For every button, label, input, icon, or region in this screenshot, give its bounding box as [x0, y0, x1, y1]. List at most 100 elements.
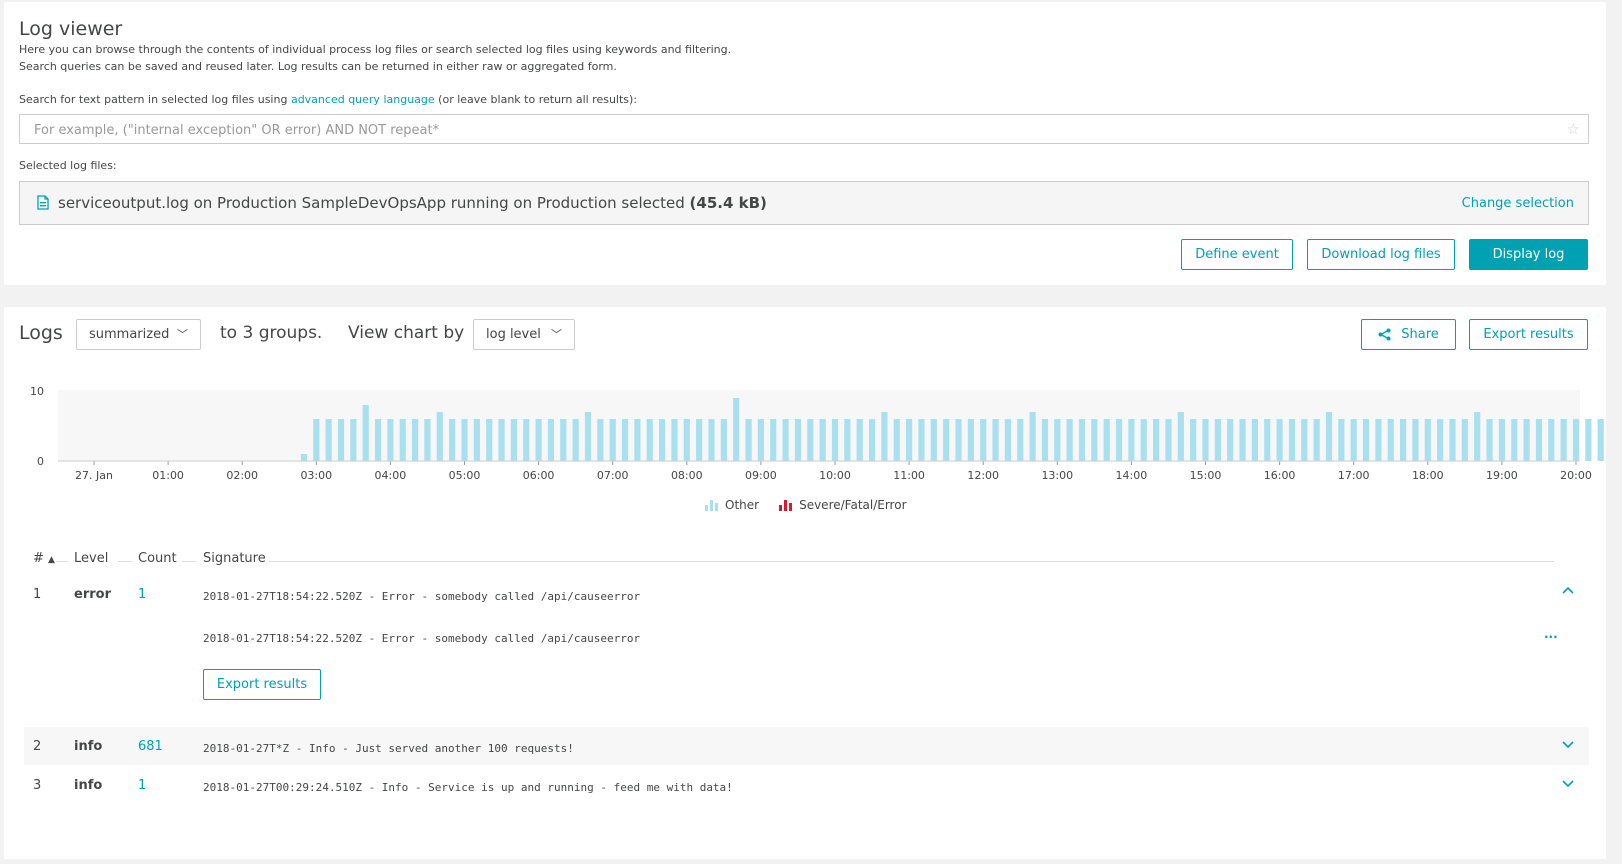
bar-other: [350, 419, 357, 461]
row-count[interactable]: 1: [138, 778, 146, 793]
bar-other: [1461, 419, 1468, 461]
bar-other: [1091, 419, 1098, 461]
col-header-signature[interactable]: Signature: [203, 551, 266, 566]
bar-other: [794, 419, 802, 461]
bar-other: [1115, 419, 1123, 461]
bar-other: [733, 398, 740, 461]
bar-other: [1227, 419, 1234, 461]
bar-other: [572, 419, 579, 461]
define-event-button[interactable]: Define event: [1181, 239, 1293, 270]
bar-other: [374, 419, 382, 461]
bar-other: [1017, 419, 1024, 461]
col-header-count[interactable]: Count: [138, 551, 177, 566]
bar-other: [1041, 419, 1049, 461]
bar-other: [1437, 419, 1444, 461]
bar-other: [634, 419, 641, 461]
bar-other: [683, 419, 690, 461]
selected-file-box: serviceoutput.log on Production SampleDe…: [19, 181, 1589, 225]
bar-other: [856, 419, 863, 461]
chevron-up-icon[interactable]: [1561, 583, 1575, 599]
bar-other: [621, 419, 629, 461]
x-tick-label: 12:00: [967, 469, 999, 482]
legend-error-swatch: [779, 499, 793, 511]
bar-other: [930, 419, 937, 461]
bar-other: [337, 419, 345, 461]
download-log-files-button[interactable]: Download log files: [1307, 239, 1455, 270]
chevron-down-icon[interactable]: [1561, 738, 1575, 754]
bar-other: [1325, 412, 1333, 461]
bar-other: [659, 419, 666, 461]
advanced-query-language-link[interactable]: advanced query language: [291, 93, 435, 106]
bar-other: [1486, 419, 1493, 461]
display-log-button[interactable]: Display log: [1469, 239, 1588, 270]
bar-other: [1029, 412, 1036, 461]
more-options-icon[interactable]: ...: [1544, 627, 1558, 641]
bar-other: [1511, 419, 1518, 461]
bar-other: [362, 405, 369, 461]
bar-other: [831, 419, 839, 461]
bar-other: [745, 419, 752, 461]
bar-other: [819, 419, 826, 461]
bar-other: [313, 419, 320, 461]
bar-other: [1387, 419, 1394, 461]
bar-other: [955, 419, 962, 461]
bar-other: [436, 412, 443, 461]
row-export-results-button[interactable]: Export results: [203, 669, 321, 700]
x-tick-label: 08:00: [671, 469, 703, 482]
row-count[interactable]: 1: [138, 587, 146, 602]
bar-other: [1424, 419, 1431, 461]
search-input[interactable]: [32, 115, 1536, 145]
bar-other: [1338, 419, 1345, 461]
description-line-1: Here you can browse through the contents…: [19, 43, 732, 56]
row-count[interactable]: 681: [138, 739, 163, 754]
logs-panel: Logs summarized ﹀ to 3 groups. View char…: [4, 307, 1606, 859]
bar-other: [1264, 419, 1271, 461]
bar-other: [1362, 419, 1370, 461]
x-tick-label: 17:00: [1338, 469, 1370, 482]
bar-other: [387, 419, 394, 461]
bar-other: [1350, 419, 1357, 461]
bar-other: [1572, 419, 1580, 461]
row-signature: 2018-01-27T00:29:24.510Z - Info - Servic…: [203, 781, 733, 794]
detail-signature: 2018-01-27T18:54:22.520Z - Error - someb…: [203, 632, 641, 645]
description: Here you can browse through the contents…: [19, 42, 731, 75]
bar-other: [1066, 419, 1073, 461]
bar-other: [844, 419, 851, 461]
row-level: error: [74, 587, 111, 602]
bar-other: [424, 419, 431, 461]
row-num: 1: [33, 587, 42, 602]
bar-other: [1251, 419, 1258, 461]
bar-other: [1165, 419, 1172, 461]
chevron-down-icon[interactable]: [1561, 777, 1575, 793]
row-level: info: [74, 778, 103, 793]
bar-other: [1140, 419, 1147, 461]
legend-other-swatch: [705, 499, 719, 511]
x-tick-label: 27. Jan: [75, 469, 113, 482]
bar-other: [1078, 419, 1086, 461]
x-tick-label: 13:00: [1041, 469, 1073, 482]
col-header-num[interactable]: # ▲: [33, 551, 55, 566]
change-selection-link[interactable]: Change selection: [1462, 196, 1574, 211]
bar-other: [1054, 419, 1061, 461]
export-results-button[interactable]: Export results: [1469, 319, 1588, 350]
x-tick-label: 10:00: [819, 469, 851, 482]
search-label: Search for text pattern in selected log …: [19, 93, 638, 106]
x-tick-label: 19:00: [1486, 469, 1518, 482]
share-button[interactable]: Share: [1361, 319, 1456, 350]
bar-other: [868, 419, 876, 461]
x-tick-label: 03:00: [300, 469, 332, 482]
col-header-level[interactable]: Level: [74, 551, 108, 566]
logs-title: Logs: [19, 322, 63, 344]
header-divider: [269, 561, 1554, 562]
summarize-mode-select[interactable]: summarized ﹀: [76, 319, 201, 350]
bar-other: [967, 419, 974, 461]
x-tick-label: 01:00: [152, 469, 184, 482]
bar-other: [1214, 419, 1221, 461]
bar-other: [782, 419, 789, 461]
chart-by-select[interactable]: log level ﹀: [473, 319, 575, 350]
row-level: info: [74, 739, 103, 754]
bar-other: [1548, 419, 1555, 461]
star-icon[interactable]: ☆: [1567, 120, 1580, 138]
bar-other: [1276, 419, 1283, 461]
x-tick-label: 02:00: [226, 469, 258, 482]
